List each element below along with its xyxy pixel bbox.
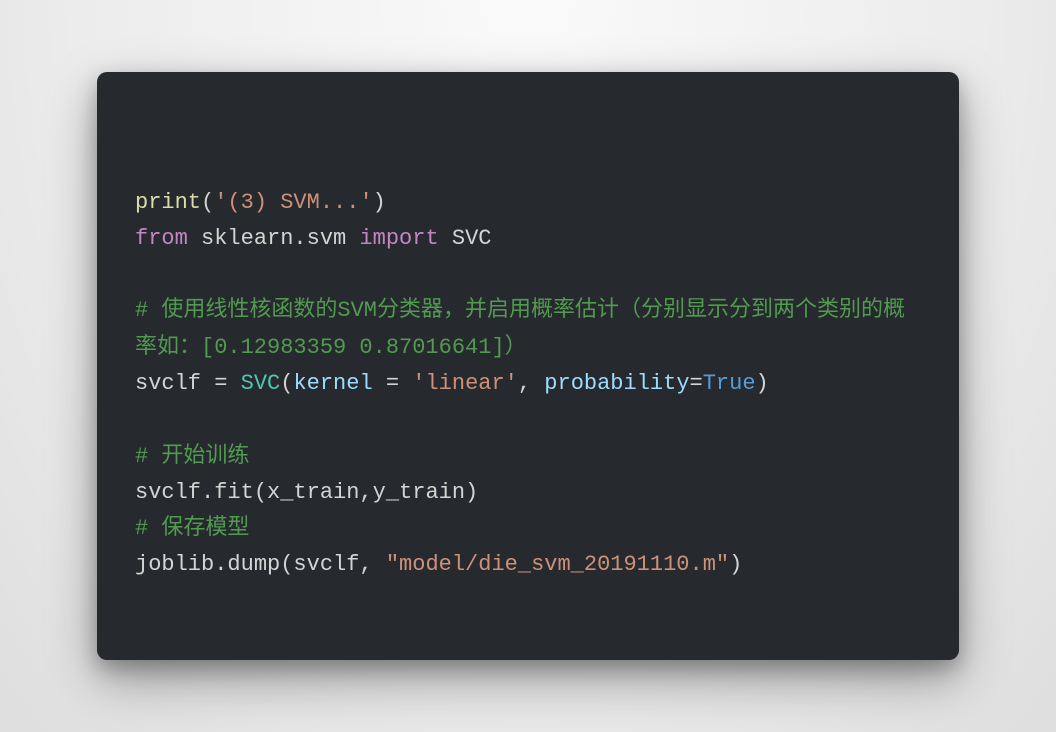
code-token: print [135, 190, 201, 215]
code-token: 'linear' [412, 371, 518, 396]
code-token: probability [544, 371, 689, 396]
code-token: # 开始训练 [135, 444, 249, 469]
code-token: ( [280, 371, 293, 396]
code-token: # 保存模型 [135, 516, 249, 541]
code-token: svclf = [135, 371, 241, 396]
code-token: sklearn.svm [201, 226, 346, 251]
code-token: '(3) SVM...' [214, 190, 372, 215]
code-card: print('(3) SVM...') from sklearn.svm imp… [97, 72, 959, 660]
code-token: = [373, 371, 413, 396]
code-token: import [359, 226, 438, 251]
code-token: SVC [241, 371, 281, 396]
code-token: svclf.fit(x_train,y_train) [135, 480, 478, 505]
code-token: ) [729, 552, 742, 577]
code-token: kernel [293, 371, 372, 396]
code-token: "model/die_svm_20191110.m" [386, 552, 729, 577]
code-token: ) [756, 371, 769, 396]
code-block: print('(3) SVM...') from sklearn.svm imp… [135, 185, 921, 584]
code-token: True [703, 371, 756, 396]
code-token: = [690, 371, 703, 396]
code-token: joblib.dump(svclf, [135, 552, 386, 577]
code-token: ) [373, 190, 386, 215]
code-token: , [518, 371, 544, 396]
code-token: SVC [452, 226, 492, 251]
code-token [188, 226, 201, 251]
code-token [346, 226, 359, 251]
code-token: # 使用线性核函数的SVM分类器，并启用概率估计（分别显示分到两个类别的概率如：… [135, 298, 905, 359]
code-token [439, 226, 452, 251]
code-token: ( [201, 190, 214, 215]
code-token: from [135, 226, 188, 251]
